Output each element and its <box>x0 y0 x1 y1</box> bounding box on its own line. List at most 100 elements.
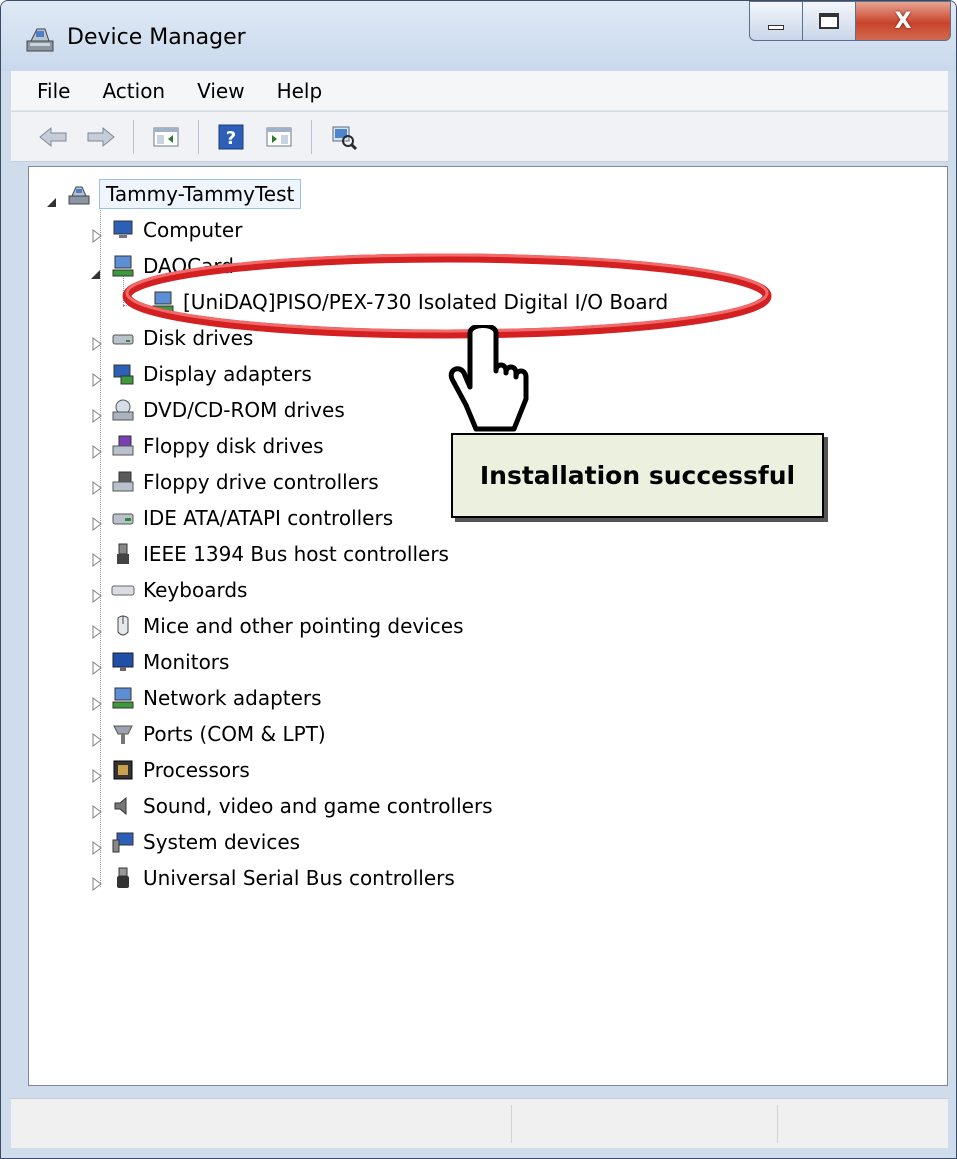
toolbar: ? <box>11 112 948 162</box>
expand-arrow-icon[interactable] <box>91 224 103 243</box>
window-title: Device Manager <box>67 25 246 50</box>
tree-category-label: Mice and other pointing devices <box>143 614 464 638</box>
pointing-hand-icon <box>448 325 529 432</box>
tree-root-label: Tammy-TammyTest <box>99 179 302 209</box>
tree-category[interactable]: IDE ATA/ATAPI controllers <box>91 501 393 535</box>
device-manager-window: Device Manager X File Action View Help ? <box>0 0 957 1159</box>
help-button[interactable]: ? <box>211 117 251 157</box>
expand-arrow-icon[interactable] <box>91 404 103 423</box>
floppy-controller-icon <box>112 471 134 492</box>
forward-button[interactable] <box>81 117 121 157</box>
expand-arrow-icon[interactable] <box>91 512 103 531</box>
tree-category[interactable]: Floppy drive controllers <box>91 465 379 499</box>
tree-category[interactable]: IEEE 1394 Bus host controllers <box>91 537 449 571</box>
title-bar[interactable]: Device Manager X <box>1 1 956 71</box>
tree-category[interactable]: Processors <box>91 753 250 787</box>
tree-category-label: Ports (COM & LPT) <box>143 722 326 746</box>
collapse-arrow-icon[interactable] <box>91 260 103 279</box>
processor-icon <box>113 760 133 780</box>
tree-category-label: IEEE 1394 Bus host controllers <box>143 542 449 566</box>
toolbar-separator <box>133 119 134 154</box>
monitor-icon <box>112 652 134 671</box>
tree-category-label: Monitors <box>143 650 230 674</box>
dvd-drive-icon <box>112 399 134 421</box>
tree-category-label: Universal Serial Bus controllers <box>143 866 455 890</box>
menu-file[interactable]: File <box>11 74 86 108</box>
status-bar <box>11 1098 948 1148</box>
callout-text: Installation successful <box>479 461 796 490</box>
menu-help[interactable]: Help <box>261 74 339 108</box>
tree-category-label: Processors <box>143 758 250 782</box>
tree-category[interactable]: System devices <box>91 825 300 859</box>
forward-arrow-icon <box>87 126 115 147</box>
show-hide-console-tree-button[interactable] <box>146 117 186 157</box>
expand-arrow-icon[interactable] <box>91 620 103 639</box>
expand-arrow-icon[interactable] <box>91 872 103 891</box>
tree-category[interactable]: Display adapters <box>91 357 312 391</box>
menu-action[interactable]: Action <box>86 74 181 108</box>
tree-category[interactable]: Floppy disk drives <box>91 429 324 463</box>
ieee1394-icon <box>117 543 129 564</box>
tree-category[interactable]: DVD/CD-ROM drives <box>91 393 345 427</box>
expand-arrow-icon[interactable] <box>91 332 103 351</box>
tree-category-label: DVD/CD-ROM drives <box>143 398 345 422</box>
collapse-arrow-icon[interactable] <box>47 188 59 207</box>
menu-view[interactable]: View <box>181 74 260 108</box>
expand-arrow-icon[interactable] <box>91 440 103 459</box>
properties-pane-button[interactable] <box>259 117 299 157</box>
tree-category[interactable]: Network adapters <box>91 681 322 715</box>
toolbar-separator <box>311 119 312 154</box>
show-hide-console-tree-icon <box>153 127 179 146</box>
system-device-icon <box>112 832 134 853</box>
toolbar-separator <box>198 119 199 154</box>
menu-bar: File Action View Help <box>11 71 948 111</box>
tree-category-label: Floppy disk drives <box>143 434 324 458</box>
tree-category[interactable]: Mice and other pointing devices <box>91 609 464 643</box>
back-button[interactable] <box>33 117 73 157</box>
scan-hardware-icon <box>332 126 358 150</box>
minimize-button[interactable] <box>749 1 803 41</box>
expand-arrow-icon[interactable] <box>91 836 103 855</box>
expand-arrow-icon[interactable] <box>91 368 103 387</box>
usb-icon <box>117 867 129 888</box>
floppy-drive-icon <box>112 435 134 456</box>
tree-category-label: Display adapters <box>143 362 312 386</box>
installation-status-callout: Installation successful <box>451 433 824 518</box>
computer-root-icon <box>68 186 90 205</box>
expand-arrow-icon[interactable] <box>91 800 103 819</box>
tree-category[interactable]: Computer <box>91 213 242 247</box>
tree-category[interactable]: Keyboards <box>91 573 247 607</box>
keyboard-icon <box>111 585 135 596</box>
tree-category-label: Network adapters <box>143 686 322 710</box>
expand-arrow-icon[interactable] <box>91 476 103 495</box>
status-segment <box>777 1105 948 1143</box>
network-adapter-icon <box>112 687 134 709</box>
expand-arrow-icon[interactable] <box>91 728 103 747</box>
tree-category[interactable]: Universal Serial Bus controllers <box>91 861 455 895</box>
maximize-icon <box>819 13 839 29</box>
tree-category-label: IDE ATA/ATAPI controllers <box>143 506 394 530</box>
scan-hardware-button[interactable] <box>324 117 364 157</box>
svg-text:?: ? <box>226 128 236 149</box>
expand-arrow-icon[interactable] <box>91 548 103 567</box>
tree-category[interactable]: Ports (COM & LPT) <box>91 717 326 751</box>
close-button[interactable]: X <box>855 1 951 41</box>
close-icon: X <box>894 8 912 34</box>
tree-category-label: System devices <box>143 830 301 854</box>
help-icon: ? <box>218 124 244 149</box>
tree-category[interactable]: Sound, video and game controllers <box>91 789 493 823</box>
ide-controller-icon <box>112 513 134 525</box>
maximize-button[interactable] <box>802 1 856 41</box>
minimize-icon <box>768 24 784 30</box>
tree-root[interactable]: Tammy-TammyTest <box>47 177 302 211</box>
expand-arrow-icon[interactable] <box>91 764 103 783</box>
status-segment <box>511 1105 777 1143</box>
mouse-icon <box>117 615 129 636</box>
device-manager-icon <box>26 28 54 52</box>
tree-category[interactable]: Monitors <box>91 645 229 679</box>
tree-category-label: Sound, video and game controllers <box>143 794 493 818</box>
expand-arrow-icon[interactable] <box>91 584 103 603</box>
tree-category-label: Computer <box>143 218 243 242</box>
expand-arrow-icon[interactable] <box>91 656 103 675</box>
expand-arrow-icon[interactable] <box>91 692 103 711</box>
